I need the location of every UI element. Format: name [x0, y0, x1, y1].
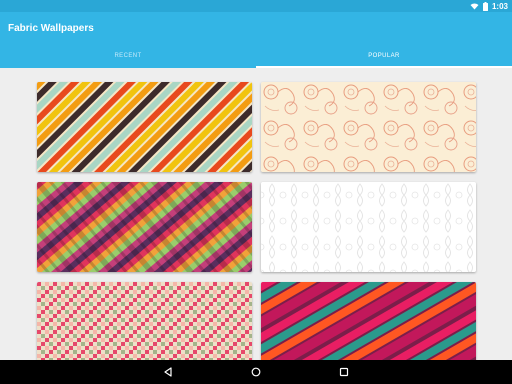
status-bar: 1:03 — [0, 0, 512, 12]
recent-apps-button[interactable] — [336, 364, 352, 380]
wallpaper-thumbnail — [261, 82, 476, 172]
wallpaper-thumbnail — [261, 182, 476, 272]
clock: 1:03 — [491, 1, 508, 11]
tab-bar: RECENT POPULAR — [0, 44, 512, 68]
app-title: Fabric Wallpapers — [8, 23, 94, 34]
tab-recent[interactable]: RECENT — [0, 44, 256, 68]
back-icon — [164, 367, 172, 377]
recent-apps-icon — [339, 367, 349, 377]
wallpaper-tile[interactable] — [261, 82, 476, 172]
tab-popular[interactable]: POPULAR — [256, 44, 512, 68]
wallpaper-tile[interactable] — [37, 82, 252, 172]
wallpaper-tile[interactable] — [37, 282, 252, 360]
wallpaper-tile[interactable] — [261, 182, 476, 272]
home-button[interactable] — [248, 364, 264, 380]
wifi-icon — [470, 3, 479, 10]
wallpaper-tile[interactable] — [261, 282, 476, 360]
wallpaper-thumbnail — [261, 282, 476, 360]
wallpaper-thumbnail — [37, 182, 252, 272]
back-button[interactable] — [160, 364, 176, 380]
wallpaper-grid — [0, 68, 512, 360]
home-icon — [251, 367, 261, 377]
navigation-bar — [0, 360, 512, 384]
app-bar: Fabric Wallpapers RECENT POPULAR — [0, 12, 512, 68]
wallpaper-tile[interactable] — [37, 182, 252, 272]
wallpaper-thumbnail — [37, 82, 252, 172]
wallpaper-thumbnail — [37, 282, 252, 360]
battery-icon — [482, 1, 488, 11]
